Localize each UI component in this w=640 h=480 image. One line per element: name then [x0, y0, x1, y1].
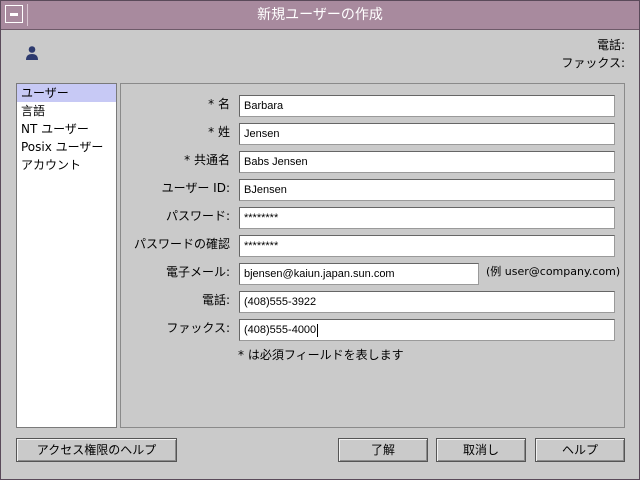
- fax-label: ファックス:: [121, 318, 230, 338]
- window-title: 新規ユーザーの作成: [257, 7, 383, 23]
- common-name-input[interactable]: Babs Jensen: [239, 151, 615, 173]
- sidebar-item-language[interactable]: 言語: [17, 102, 116, 120]
- phone-input[interactable]: (408)555-3922: [239, 291, 615, 313]
- header-fax-label: ファックス:: [561, 56, 625, 70]
- last-name-input[interactable]: Jensen: [239, 123, 615, 145]
- sidebar-item-account[interactable]: アカウント: [17, 156, 116, 174]
- password-confirm-input[interactable]: ********: [239, 235, 615, 257]
- fax-label-text: ファックス:: [166, 321, 230, 335]
- header-phone-label: 電話:: [596, 38, 625, 52]
- sidebar-item-nt-user[interactable]: NT ユーザー: [17, 120, 116, 138]
- help-button[interactable]: ヘルプ: [535, 438, 625, 462]
- password-input[interactable]: ********: [239, 207, 615, 229]
- fax-input-value: (408)555-4000: [244, 324, 317, 336]
- email-input[interactable]: bjensen@kaiun.japan.sun.com: [239, 263, 479, 285]
- email-example: (例 user@company.com): [486, 265, 621, 278]
- access-help-button[interactable]: アクセス権限のヘルプ: [16, 438, 177, 462]
- first-name-label: * 名: [208, 97, 230, 111]
- password-label: パスワード:: [165, 209, 230, 223]
- last-name-label: * 姓: [208, 125, 230, 139]
- dialog-window: 新規ユーザーの作成 電話: ファックス: ユーザー 言語 NT ユーザー Pos…: [0, 0, 640, 480]
- text-caret: [317, 323, 319, 337]
- password-confirm-label: パスワードの確認: [133, 237, 230, 251]
- email-label: 電子メール:: [165, 265, 230, 279]
- phone-label: 電話:: [201, 293, 230, 307]
- required-fields-note: * は必須フィールドを表します: [238, 348, 404, 362]
- ok-button[interactable]: 了解: [338, 438, 428, 462]
- first-name-input[interactable]: Barbara: [239, 95, 615, 117]
- category-list[interactable]: ユーザー 言語 NT ユーザー Posix ユーザー アカウント: [16, 83, 117, 428]
- user-form-panel: * 名 Barbara * 姓 Jensen * 共通名 Babs Jensen…: [120, 83, 625, 428]
- user-icon: [26, 46, 38, 60]
- sidebar-item-user[interactable]: ユーザー: [17, 84, 116, 102]
- sidebar-item-posix-user[interactable]: Posix ユーザー: [17, 138, 116, 156]
- user-id-input[interactable]: BJensen: [239, 179, 615, 201]
- fax-input[interactable]: (408)555-4000: [239, 319, 615, 341]
- user-id-label: ユーザー ID:: [161, 181, 230, 195]
- title-bar[interactable]: 新規ユーザーの作成: [1, 1, 639, 30]
- cancel-button[interactable]: 取消し: [436, 438, 526, 462]
- common-name-label: * 共通名: [184, 153, 230, 167]
